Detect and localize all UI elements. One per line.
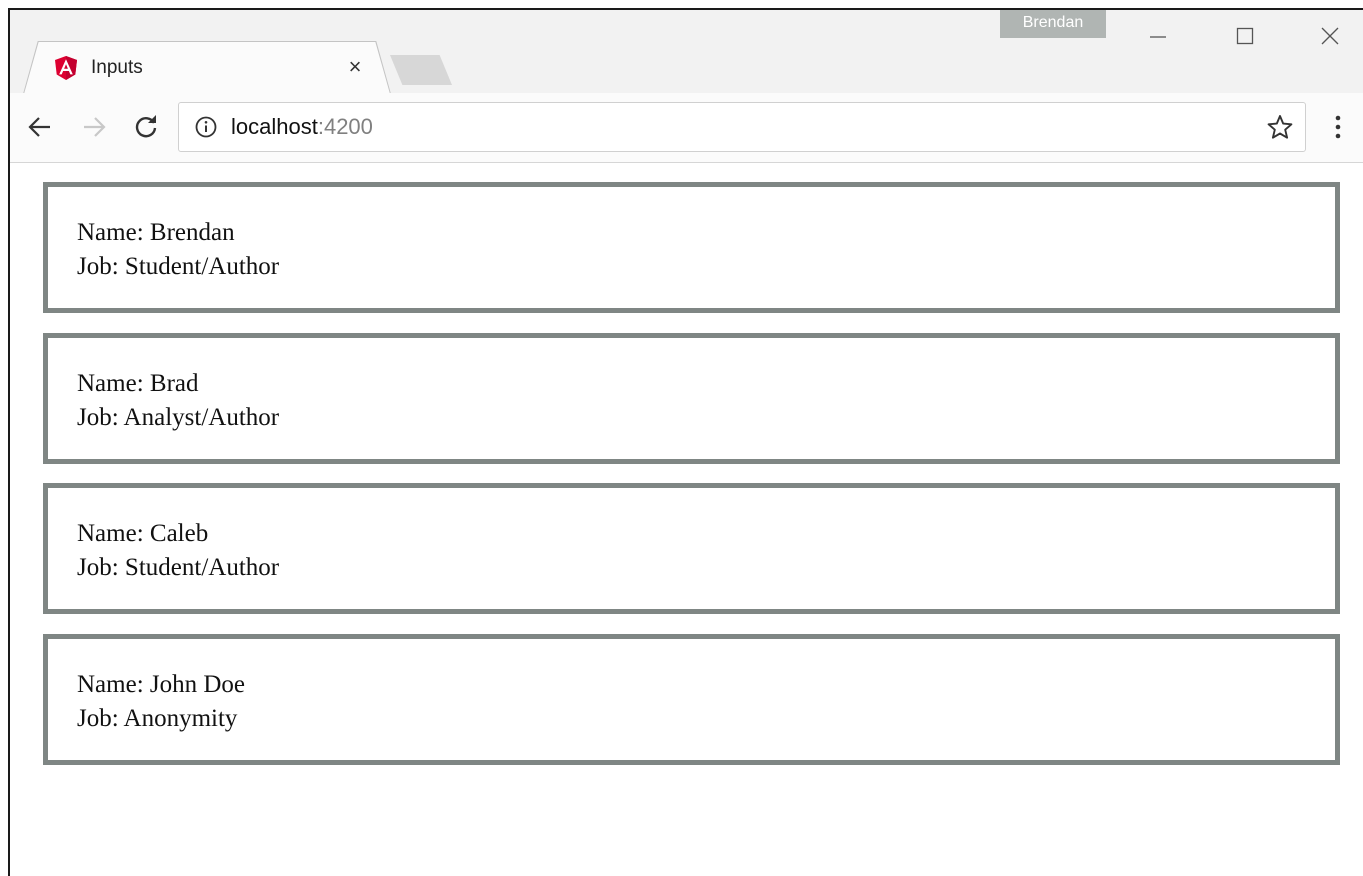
person-job: Job: Anonymity <box>77 705 238 732</box>
person-card: Name: Brad Job: Analyst/Author <box>43 333 1340 464</box>
reload-icon[interactable] <box>128 109 164 145</box>
url-port: :4200 <box>317 114 373 139</box>
person-job: Job: Student/Author <box>77 554 280 581</box>
info-icon[interactable] <box>195 116 217 138</box>
maximize-icon[interactable] <box>1225 16 1265 56</box>
back-arrow-icon[interactable] <box>22 109 58 145</box>
minimize-icon[interactable] <box>1138 16 1178 56</box>
profile-badge[interactable]: Brendan <box>1000 10 1106 38</box>
person-card: Name: Caleb Job: Student/Author <box>43 483 1340 614</box>
tab-inputs[interactable] <box>24 42 390 94</box>
person-card: Name: Brendan Job: Student/Author <box>43 182 1340 313</box>
person-name: Name: John Doe <box>77 671 246 698</box>
tab-title: Inputs <box>91 57 143 78</box>
forward-arrow-icon[interactable] <box>76 109 112 145</box>
person-card: Name: John Doe Job: Anonymity <box>43 634 1340 765</box>
address-bar[interactable]: localhost:4200 <box>178 102 1306 152</box>
tab-close-icon[interactable]: × <box>344 54 366 80</box>
person-job: Job: Analyst/Author <box>77 404 280 431</box>
new-tab-button[interactable] <box>390 55 452 85</box>
browser-window: Inputs × Brendan localhost:4200 Name: Br… <box>8 8 1363 876</box>
browser-toolbar: localhost:4200 <box>10 93 1363 163</box>
url-text[interactable]: localhost:4200 <box>231 114 373 140</box>
page-content: Name: Brendan Job: Student/Author Name: … <box>10 163 1363 876</box>
person-name: Name: Brendan <box>77 219 235 246</box>
person-name: Name: Brad <box>77 370 199 397</box>
angular-icon <box>55 56 77 80</box>
title-bar: Inputs × Brendan <box>10 10 1363 94</box>
window-close-icon[interactable] <box>1310 16 1350 56</box>
kebab-menu-icon[interactable] <box>1328 109 1348 145</box>
person-job: Job: Student/Author <box>77 253 280 280</box>
bookmark-star-icon[interactable] <box>1267 114 1293 140</box>
url-host: localhost <box>231 114 318 139</box>
person-name: Name: Caleb <box>77 520 209 547</box>
